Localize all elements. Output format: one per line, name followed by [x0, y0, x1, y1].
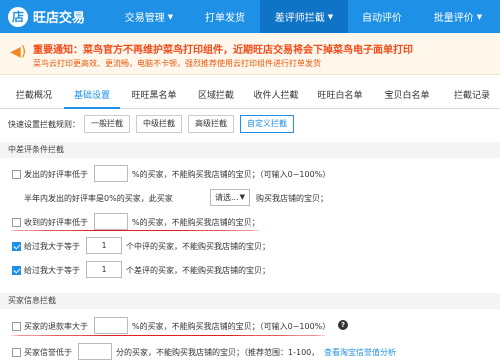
caret-down-icon: ▼ — [167, 12, 174, 21]
nav-item-batch-review[interactable]: 批量评价 ▼ — [416, 0, 500, 33]
rule-sent-good-rate: 发出的好评率低于 %的买家，不能购买我店铺的宝贝；（可输入0~100%） — [0, 164, 500, 184]
nav-label: 自动评价 — [362, 13, 402, 24]
tab-wangwang-blacklist[interactable]: 旺旺黑名单 — [124, 84, 184, 109]
rule-prefix: 买家信誉低于 — [24, 348, 72, 357]
megaphone-icon: ◀) — [10, 44, 27, 60]
brand-logo[interactable]: 店 旺店交易 — [0, 0, 108, 33]
rule-neutral-reviews: 给过我大于等于 1 个中评的买家，不能购买我店铺的宝贝； — [0, 236, 500, 256]
caret-down-icon: ▼ — [327, 12, 334, 21]
nav-label: 差评师拦截 — [274, 13, 325, 24]
refund-rate-checkbox[interactable] — [12, 322, 21, 331]
rule-prefix: 半年内发出的好评率是0%的买家，此买家 — [24, 194, 173, 203]
allow-purchase-select[interactable]: 请选... ▼ — [210, 189, 250, 206]
question-icon[interactable]: ? — [338, 320, 348, 330]
section-buyer-info: 买家信息拦截 — [0, 293, 500, 309]
nav-item-bad-review-block[interactable]: 差评师拦截 ▼ — [260, 0, 348, 33]
quick-rule-settings: 快速设置拦截规则： 一般拦截 中级拦截 高级拦截 自定义拦截 — [0, 112, 500, 136]
section-review-conditions: 中差评条件拦截 — [0, 142, 500, 158]
received-good-rate-input[interactable] — [94, 213, 128, 230]
negative-reviews-checkbox[interactable] — [12, 266, 21, 275]
buyer-credit-input[interactable] — [78, 343, 112, 360]
notice-banner: ◀) 重要通知：菜鸟官方不再维护菜鸟打印组件，近期旺店交易将会下掉菜鸟电子面单打… — [0, 33, 500, 75]
neutral-reviews-count-input[interactable]: 1 — [86, 237, 122, 254]
tab-item-whitelist[interactable]: 宝贝白名单 — [376, 84, 438, 109]
rule-suffix: %的买家，不能购买我店铺的宝贝； — [132, 218, 260, 227]
general-block-button[interactable]: 一般拦截 — [84, 115, 130, 133]
rule-suffix: %的买家，不能购买我店铺的宝贝；（可输入0~100%） — [132, 170, 331, 179]
rule-suffix: 个中评的买家，不能购买我店铺的宝贝； — [126, 242, 270, 251]
rule-negative-reviews: 给过我大于等于 1 个差评的买家，不能购买我店铺的宝贝； — [0, 260, 500, 280]
red-annotation-underline — [10, 230, 260, 231]
rule-suffix: %的买家，不能购买我店铺的宝贝；（可输入0~100%） — [132, 322, 331, 331]
tab-overview[interactable]: 拦截概况 — [8, 84, 60, 109]
rule-half-year-zero-rate: 半年内发出的好评率是0%的买家，此买家 请选... ▼ 购买我店铺的宝贝； — [0, 188, 500, 208]
top-nav-bar: 店 旺店交易 交易管理 ▼ 打单发货 差评师拦截 ▼ 自动评价 批量评价 ▼ — [0, 0, 500, 33]
custom-block-button[interactable]: 自定义拦截 — [240, 115, 294, 133]
select-value: 请选... — [215, 193, 239, 202]
received-good-rate-checkbox[interactable] — [12, 218, 21, 227]
rule-suffix: 个差评的买家，不能购买我店铺的宝贝； — [126, 266, 270, 275]
main-nav: 交易管理 ▼ 打单发货 差评师拦截 ▼ 自动评价 批量评价 ▼ — [108, 0, 500, 33]
quick-rule-label: 快速设置拦截规则： — [8, 120, 80, 129]
notice-title: 重要通知：菜鸟官方不再维护菜鸟打印组件，近期旺店交易将会下掉菜鸟电子面单打印 — [33, 45, 413, 56]
store-logo-icon: 店 — [8, 6, 28, 27]
rule-suffix: 购买我店铺的宝贝； — [256, 194, 328, 203]
rule-refund-rate: 买家的退款率大于 %的买家，不能购买我店铺的宝贝；（可输入0~100%） ? — [0, 316, 500, 336]
neutral-reviews-checkbox[interactable] — [12, 242, 21, 251]
brand-name: 旺店交易 — [33, 11, 86, 26]
nav-label: 交易管理 — [124, 13, 165, 24]
refund-rate-input[interactable] — [94, 317, 128, 334]
tab-region-block[interactable]: 区域拦截 — [190, 84, 242, 109]
rule-prefix: 收到的好评率低于 — [24, 218, 88, 227]
sent-good-rate-checkbox[interactable] — [12, 170, 21, 179]
rule-buyer-credit: 买家信誉低于 分的买家，不能购买我店铺的宝贝；（推荐范围：1-100， 查看淘宝… — [0, 342, 500, 362]
notice-subtitle: 菜鸟云打印更高效、更流畅，电脑不卡顿，强烈推荐使用云打印组件进行打单发货 — [33, 59, 321, 68]
rule-prefix: 发出的好评率低于 — [24, 170, 88, 179]
credit-analysis-link[interactable]: 查看淘宝信誉值分析 — [324, 347, 396, 358]
rule-prefix: 给过我大于等于 — [24, 266, 80, 275]
nav-label: 批量评价 — [433, 13, 474, 24]
nav-label: 打单发货 — [205, 13, 245, 24]
rule-suffix: 分的买家，不能购买我店铺的宝贝；（推荐范围：1-100， — [116, 348, 320, 357]
rule-prefix: 买家的退款率大于 — [24, 322, 88, 331]
negative-reviews-count-input[interactable]: 1 — [86, 261, 122, 278]
tab-basic-settings[interactable]: 基础设置 — [64, 84, 120, 109]
medium-block-button[interactable]: 中级拦截 — [136, 115, 182, 133]
chevron-down-icon: ▼ — [239, 193, 245, 201]
nav-item-print-ship[interactable]: 打单发货 — [190, 0, 260, 33]
tab-wangwang-whitelist[interactable]: 旺旺白名单 — [310, 84, 370, 109]
caret-down-icon: ▼ — [476, 12, 483, 21]
rule-prefix: 给过我大于等于 — [24, 242, 80, 251]
tab-recipient-block[interactable]: 收件人拦截 — [246, 84, 306, 109]
high-block-button[interactable]: 高级拦截 — [188, 115, 234, 133]
tab-block-records[interactable]: 拦截记录 — [446, 84, 498, 109]
buyer-credit-checkbox[interactable] — [12, 348, 21, 357]
nav-item-trade-management[interactable]: 交易管理 ▼ — [108, 0, 190, 33]
settings-tabs: 拦截概况 基础设置 旺旺黑名单 区域拦截 收件人拦截 旺旺白名单 宝贝白名单 拦… — [0, 84, 500, 109]
nav-item-auto-review[interactable]: 自动评价 — [348, 0, 416, 33]
rule-received-good-rate: 收到的好评率低于 %的买家，不能购买我店铺的宝贝； — [0, 212, 500, 232]
sent-good-rate-input[interactable] — [94, 165, 128, 182]
